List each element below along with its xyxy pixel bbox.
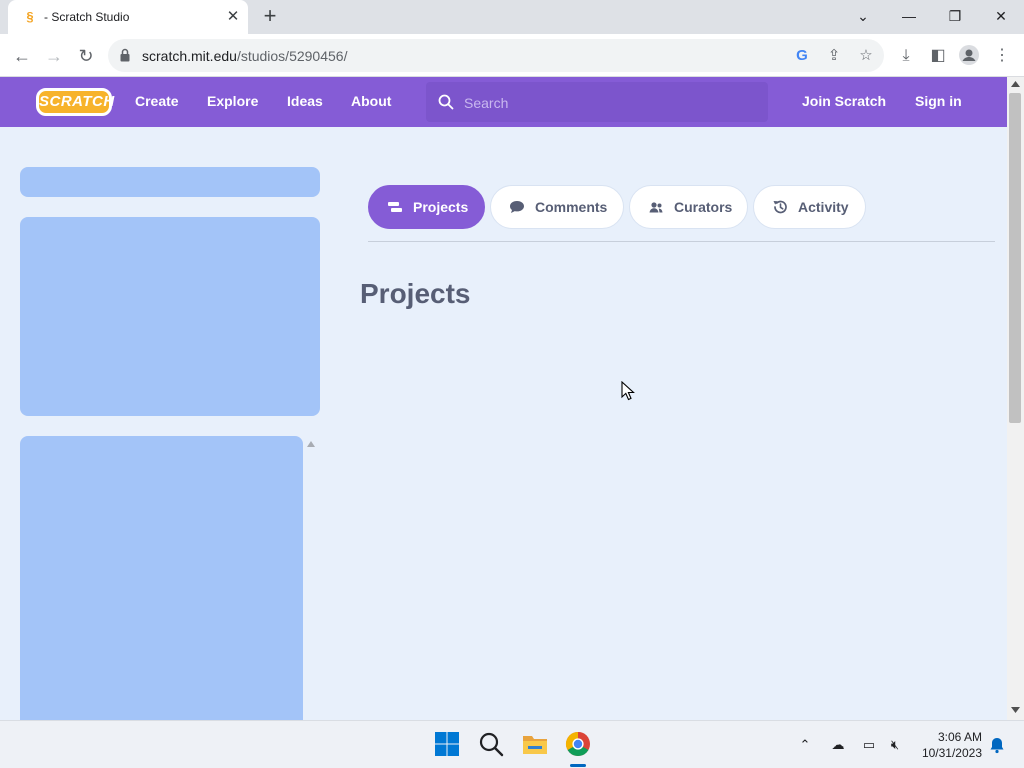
curators-icon xyxy=(649,202,663,213)
nav-ideas[interactable]: Ideas xyxy=(287,93,323,109)
scratch-navbar: SCRATCH Create Explore Ideas About Join … xyxy=(0,77,1007,127)
windows-taskbar: ⌃ ☁ ▭ 🔇︎ 3:06 AM 10/31/2023 xyxy=(0,720,1024,768)
url-host: scratch.mit.edu xyxy=(142,48,237,64)
close-window-button[interactable]: ✕ xyxy=(979,2,1023,30)
tray-overflow-icon[interactable]: ⌃ xyxy=(796,736,814,754)
back-icon[interactable]: ← xyxy=(9,43,35,69)
notification-bell-icon[interactable] xyxy=(988,736,1006,754)
sidepanel-icon[interactable]: ◧ xyxy=(927,45,949,67)
address-bar[interactable]: scratch.mit.edu/studios/5290456/ G ⇪ ☆ xyxy=(108,39,884,72)
tab-close-icon[interactable]: ✕ xyxy=(224,8,242,26)
comments-icon xyxy=(510,201,524,213)
projects-icon xyxy=(388,202,402,212)
tab-projects-label: Projects xyxy=(413,199,469,215)
reload-icon[interactable]: ↻ xyxy=(73,43,99,69)
tab-activity[interactable]: Activity xyxy=(753,185,866,229)
star-icon[interactable]: ☆ xyxy=(856,46,876,66)
restore-button[interactable]: ❐ xyxy=(933,2,977,30)
nav-create[interactable]: Create xyxy=(135,93,179,109)
tab-projects[interactable]: Projects xyxy=(368,185,485,229)
scratch-logo[interactable]: SCRATCH xyxy=(36,88,114,116)
clock-time: 3:06 AM xyxy=(937,730,982,744)
active-app-indicator xyxy=(570,764,586,767)
tab-search-icon[interactable]: ⌄ xyxy=(841,2,885,30)
tab-curators[interactable]: Curators xyxy=(629,185,748,229)
new-tab-button[interactable]: + xyxy=(258,5,282,29)
forward-icon[interactable]: → xyxy=(41,43,67,69)
scroll-down-arrow-icon[interactable] xyxy=(1011,707,1020,713)
page-scrollbar[interactable] xyxy=(1007,77,1024,720)
tab-comments-label: Comments xyxy=(535,199,608,215)
studio-title-placeholder xyxy=(20,167,320,197)
system-clock[interactable]: 3:06 AM 10/31/2023 xyxy=(914,729,982,761)
studio-thumbnail-placeholder xyxy=(20,217,320,416)
browser-toolbar: ← → ↻ scratch.mit.edu/studios/5290456/ G… xyxy=(0,34,1024,77)
description-scroll-up-icon[interactable] xyxy=(307,441,315,447)
scratch-favicon-icon: § xyxy=(26,9,34,24)
scrollbar-thumb[interactable] xyxy=(1009,93,1021,423)
clock-date: 10/31/2023 xyxy=(921,746,982,760)
file-explorer-icon[interactable] xyxy=(522,731,548,757)
url-text[interactable]: scratch.mit.edu/studios/5290456/ xyxy=(142,48,347,64)
lock-icon[interactable] xyxy=(120,48,130,62)
chrome-icon[interactable] xyxy=(565,731,591,757)
tab-curators-label: Curators xyxy=(674,199,733,215)
search-input[interactable] xyxy=(464,93,754,113)
volume-muted-icon[interactable]: 🔇︎ xyxy=(886,736,904,754)
nav-explore[interactable]: Explore xyxy=(207,93,258,109)
onedrive-icon[interactable]: ☁ xyxy=(829,736,847,754)
google-icon[interactable]: G xyxy=(792,46,812,66)
join-scratch-link[interactable]: Join Scratch xyxy=(802,93,886,109)
tab-comments[interactable]: Comments xyxy=(490,185,624,229)
tab-title: - Scratch Studio xyxy=(44,10,130,24)
browser-tab[interactable]: § - Scratch Studio ✕ xyxy=(8,0,248,34)
search-icon xyxy=(438,94,454,110)
share-icon[interactable]: ⇪ xyxy=(824,46,844,66)
minimize-button[interactable]: — xyxy=(887,2,931,30)
profile-icon[interactable] xyxy=(958,45,980,67)
tab-activity-label: Activity xyxy=(798,199,849,215)
activity-history-icon xyxy=(773,200,787,214)
browser-tabstrip: § - Scratch Studio ✕ + ⌄ — ❐ ✕ xyxy=(0,0,1024,34)
network-icon[interactable]: ▭ xyxy=(860,736,878,754)
url-path: /studios/5290456/ xyxy=(236,48,348,64)
studio-content: Projects Comments Curators Activity Proj… xyxy=(0,127,1007,720)
sign-in-link[interactable]: Sign in xyxy=(915,93,962,109)
tabs-divider xyxy=(368,241,995,242)
scroll-up-arrow-icon[interactable] xyxy=(1011,81,1020,87)
download-icon[interactable]: ⤓ xyxy=(895,45,917,67)
search-icon[interactable] xyxy=(478,731,504,757)
mouse-cursor-icon xyxy=(621,381,635,401)
windows-start-icon[interactable] xyxy=(434,731,460,757)
menu-icon[interactable]: ⋮ xyxy=(991,45,1013,67)
nav-about[interactable]: About xyxy=(351,93,391,109)
section-title: Projects xyxy=(360,278,471,309)
studio-description-placeholder xyxy=(20,436,303,720)
search-box[interactable] xyxy=(426,82,768,122)
